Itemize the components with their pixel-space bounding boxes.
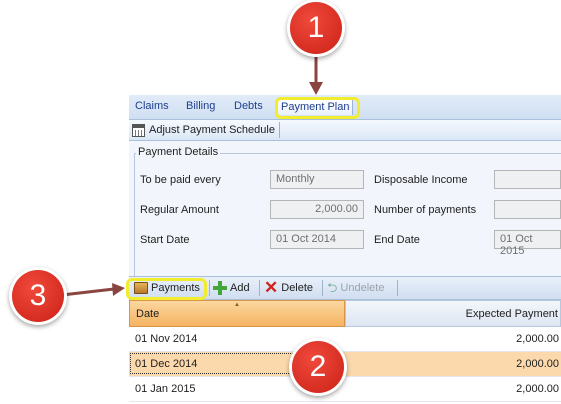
callout-arrows [61,47,323,297]
arrow-3-line [61,287,115,297]
arrow-3-head [112,283,125,296]
callout-badge-2: 2 [292,341,344,393]
callout-badge-3: 3 [12,270,64,322]
arrow-1-head [309,82,323,95]
callout-badge-1: 1 [290,2,342,54]
